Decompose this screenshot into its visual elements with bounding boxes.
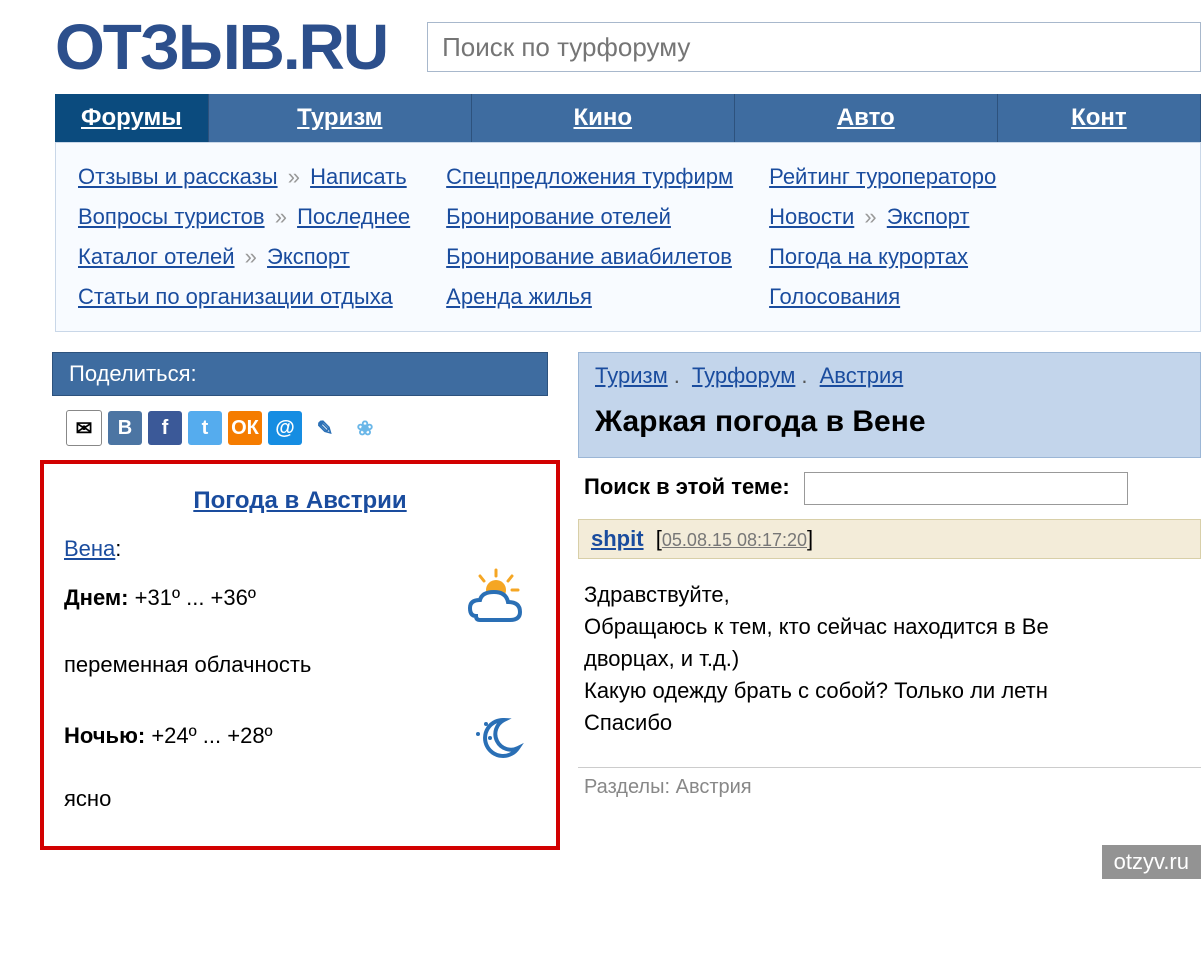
link-resort-weather[interactable]: Погода на курортах	[769, 244, 968, 269]
lj-icon[interactable]: ✎	[308, 411, 342, 445]
weather-widget: Погода в Австрии Вена: Днем: +31º ... +3…	[40, 460, 560, 850]
weather-title-link[interactable]: Погода в Австрии	[193, 487, 406, 514]
weather-city-link[interactable]: Вена	[64, 536, 115, 561]
tab-tourism[interactable]: Туризм	[209, 94, 472, 142]
sep: »	[271, 204, 291, 229]
link-articles[interactable]: Статьи по организации отдыха	[78, 284, 393, 309]
vk-icon[interactable]: В	[108, 411, 142, 445]
link-rental[interactable]: Аренда жилья	[446, 284, 592, 309]
mailru-icon[interactable]: @	[268, 411, 302, 445]
breadcrumb: Туризм. Турфорум. Австрия	[595, 363, 1184, 389]
watermark: otzyv.ru	[1102, 845, 1201, 879]
post-line: дворцах, и т.д.)	[584, 643, 1195, 675]
sections-value: Австрия	[676, 776, 752, 798]
share-row: ✉ В f t ОК @ ✎ ❀	[40, 396, 560, 460]
link-export1[interactable]: Экспорт	[267, 244, 350, 269]
link-special-offers[interactable]: Спецпредложения турфирм	[446, 164, 733, 189]
link-hotels-catalog[interactable]: Каталог отелей	[78, 244, 235, 269]
link-export2[interactable]: Экспорт	[887, 204, 970, 229]
link-latest[interactable]: Последнее	[297, 204, 410, 229]
twitter-icon[interactable]: t	[188, 411, 222, 445]
sub-nav: Отзывы и рассказы » Написать Вопросы тур…	[55, 142, 1201, 332]
weather-day-desc: переменная облачность	[64, 630, 536, 686]
tab-cinema[interactable]: Кино	[472, 94, 735, 142]
main-nav: Форумы Туризм Кино Авто Конт	[55, 94, 1201, 142]
crumb-tourism[interactable]: Туризм	[595, 363, 668, 388]
site-logo[interactable]: ОТЗЫВ.RU	[55, 10, 387, 84]
post-body: Здравствуйте, Обращаюсь к тем, кто сейча…	[578, 559, 1201, 749]
clear-night-icon	[456, 704, 536, 768]
post-author-link[interactable]: shpit	[591, 526, 644, 551]
crumb-forum[interactable]: Турфорум	[692, 363, 795, 388]
tab-forums[interactable]: Форумы	[55, 94, 209, 142]
weather-night-value: +24º ... +28º	[151, 723, 272, 748]
link-hotel-booking[interactable]: Бронирование отелей	[446, 204, 671, 229]
weather-night-desc: ясно	[64, 768, 536, 816]
weather-day-value: +31º ... +36º	[135, 585, 256, 610]
facebook-icon[interactable]: f	[148, 411, 182, 445]
tab-auto-link[interactable]: Авто	[837, 104, 895, 131]
sep: »	[241, 244, 261, 269]
sections-label: Разделы:	[584, 776, 670, 798]
more-share-icon[interactable]: ❀	[348, 411, 382, 445]
link-reviews[interactable]: Отзывы и рассказы	[78, 164, 278, 189]
email-icon[interactable]: ✉	[66, 410, 102, 446]
link-flight-booking[interactable]: Бронирование авиабилетов	[446, 244, 732, 269]
post-line: Здравствуйте,	[584, 579, 1195, 611]
topic-title: Жаркая погода в Вене	[595, 389, 1184, 445]
tab-cinema-link[interactable]: Кино	[574, 104, 633, 131]
ok-icon[interactable]: ОК	[228, 411, 262, 445]
tab-forums-link[interactable]: Форумы	[81, 104, 182, 131]
share-header: Поделиться:	[52, 352, 548, 396]
link-voting[interactable]: Голосования	[769, 284, 900, 309]
post-footer: Разделы: Австрия	[578, 767, 1201, 807]
sep: »	[284, 164, 304, 189]
tab-contacts[interactable]: Конт	[998, 94, 1201, 142]
link-news[interactable]: Новости	[769, 204, 854, 229]
post-line: Обращаюсь к тем, кто сейчас находится в …	[584, 611, 1195, 643]
link-write[interactable]: Написать	[310, 164, 407, 189]
search-input[interactable]	[427, 22, 1201, 72]
tab-contacts-link[interactable]: Конт	[1071, 104, 1127, 131]
weather-day-label: Днем:	[64, 585, 129, 610]
post-line: Спасибо	[584, 707, 1195, 739]
weather-night-label: Ночью:	[64, 723, 145, 748]
tab-tourism-link[interactable]: Туризм	[297, 104, 382, 131]
link-questions[interactable]: Вопросы туристов	[78, 204, 265, 229]
breadcrumb-bar: Туризм. Турфорум. Австрия Жаркая погода …	[578, 352, 1201, 458]
post-timestamp-link[interactable]: 05.08.15 08:17:20	[662, 530, 807, 550]
tab-auto[interactable]: Авто	[735, 94, 998, 142]
post-line: Какую одежду брать с собой? Только ли ле…	[584, 675, 1195, 707]
partly-cloudy-icon	[456, 566, 536, 630]
thread-search-input[interactable]	[804, 472, 1128, 505]
post-header: shpit [05.08.15 08:17:20]	[578, 519, 1201, 559]
thread-search-label: Поиск в этой теме:	[584, 474, 790, 499]
sep: »	[860, 204, 880, 229]
link-operator-rating[interactable]: Рейтинг туроператоро	[769, 164, 996, 189]
crumb-austria[interactable]: Австрия	[820, 363, 904, 388]
